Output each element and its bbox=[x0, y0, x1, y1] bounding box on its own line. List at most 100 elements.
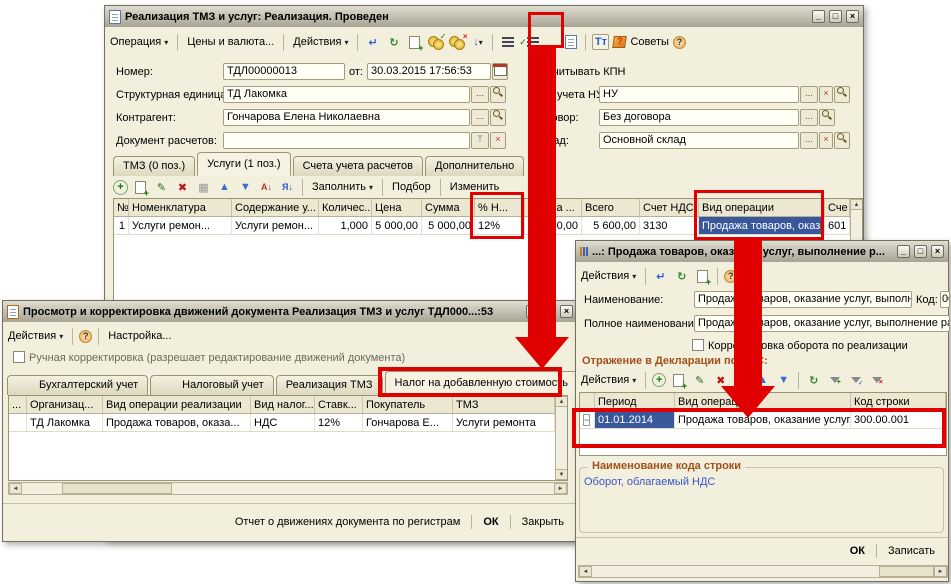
sort-asc-icon[interactable]: А↓ bbox=[258, 179, 275, 195]
full-name-input[interactable]: Продажа товаров, оказание услуг, выполне… bbox=[694, 315, 950, 332]
contract-lookup-button[interactable] bbox=[819, 109, 835, 126]
scroll-up-icon[interactable]: ▲ bbox=[555, 396, 568, 407]
list-settings-icon[interactable] bbox=[499, 34, 516, 50]
warehouse-input[interactable]: Основной склад bbox=[599, 132, 799, 149]
move-down-icon[interactable]: ▼ bbox=[237, 179, 254, 195]
minimize-button[interactable]: _ bbox=[897, 245, 910, 258]
actions-menu[interactable]: Действия▾ bbox=[290, 34, 351, 50]
settlement-type-button[interactable]: Т bbox=[471, 132, 489, 149]
settlement-doc-input[interactable] bbox=[223, 132, 470, 149]
number-input[interactable]: ТДЛ00000013 bbox=[223, 63, 345, 80]
close-button[interactable]: × bbox=[560, 305, 573, 318]
titlebar[interactable]: ...: Продажа товаров, оказание услуг, вы… bbox=[576, 241, 948, 262]
contractor-input[interactable]: Гончарова Елена Николаевна bbox=[223, 109, 470, 126]
turnover-adjustment-checkbox[interactable] bbox=[692, 339, 704, 351]
minimize-button[interactable]: _ bbox=[812, 10, 825, 23]
calendar-button[interactable] bbox=[492, 63, 508, 80]
maximize-button[interactable]: □ bbox=[914, 245, 927, 258]
account-kind-input[interactable]: НУ bbox=[599, 86, 799, 103]
clear-filter-icon[interactable]: × bbox=[868, 372, 885, 388]
warehouse-select-button[interactable]: ... bbox=[800, 132, 818, 149]
code-input[interactable]: 000 bbox=[940, 291, 950, 308]
table-vscrollbar[interactable]: ▲ ▼ bbox=[555, 396, 567, 480]
move-down-icon[interactable]: ▼ bbox=[775, 372, 792, 388]
unpost-document-icon[interactable]: × bbox=[448, 34, 465, 50]
copy-icon[interactable]: + bbox=[406, 34, 423, 50]
scroll-up-icon[interactable]: ▲ bbox=[850, 199, 863, 210]
refresh-icon[interactable]: ↻ bbox=[385, 34, 402, 50]
export-icon[interactable]: ↓▾ bbox=[469, 34, 486, 50]
titlebar[interactable]: Реализация ТМЗ и услуг: Реализация. Пров… bbox=[105, 6, 863, 27]
copy-row-icon[interactable]: + bbox=[132, 179, 149, 195]
font-settings-icon[interactable]: Тт bbox=[592, 34, 609, 50]
tab-tax-accounting[interactable]: Налоговый учет bbox=[150, 375, 274, 395]
account-kind-select-button[interactable]: ... bbox=[800, 86, 818, 103]
contract-input[interactable]: Без договора bbox=[599, 109, 799, 126]
account-kind-lookup-button[interactable] bbox=[834, 86, 850, 103]
pick-button[interactable]: Подбор bbox=[389, 179, 434, 195]
delete-row-icon[interactable]: ✖ bbox=[174, 179, 191, 195]
date-input[interactable]: 30.03.2015 17:56:53 bbox=[367, 63, 491, 80]
scroll-right-icon[interactable]: ► bbox=[554, 483, 567, 494]
actions-menu[interactable]: Действия▾ bbox=[578, 268, 639, 284]
close-button[interactable]: × bbox=[846, 10, 859, 23]
scroll-right-icon[interactable]: ► bbox=[934, 566, 947, 577]
edit-row-icon[interactable]: ✎ bbox=[691, 372, 708, 388]
sort-desc-icon[interactable]: Я↓ bbox=[279, 179, 296, 195]
window-hscrollbar[interactable]: ◄ ► bbox=[578, 565, 948, 578]
close-button[interactable]: × bbox=[931, 245, 944, 258]
tab-additional[interactable]: Дополнительно bbox=[425, 156, 524, 176]
save-button[interactable]: Записать bbox=[883, 543, 940, 559]
settlement-clear-button[interactable]: × bbox=[490, 132, 506, 149]
unit-input[interactable]: ТД Лакомка bbox=[223, 86, 470, 103]
totals-icon[interactable]: ▦ bbox=[195, 179, 212, 195]
ok-button[interactable]: ОК bbox=[478, 514, 503, 530]
ok-button[interactable]: ОК bbox=[845, 543, 870, 559]
post-document-icon[interactable]: ✓ bbox=[427, 34, 444, 50]
contractor-lookup-button[interactable] bbox=[490, 109, 506, 126]
operation-menu[interactable]: Операция▾ bbox=[107, 34, 171, 50]
tab-accounting[interactable]: Бухгалтерский учет bbox=[7, 375, 148, 395]
refresh-icon[interactable]: ↻ bbox=[673, 268, 690, 284]
unit-lookup-button[interactable] bbox=[490, 86, 506, 103]
set-filter-icon[interactable]: + bbox=[826, 372, 843, 388]
movements-report-button[interactable]: Отчет о движениях документа по регистрам bbox=[230, 514, 466, 530]
actions-menu[interactable]: Действия▾ bbox=[5, 328, 66, 344]
scroll-left-icon[interactable]: ◄ bbox=[9, 483, 22, 494]
account-kind-clear-button[interactable]: × bbox=[819, 86, 833, 103]
warehouse-clear-button[interactable]: × bbox=[819, 132, 833, 149]
titlebar[interactable]: Просмотр и корректировка движений докуме… bbox=[3, 301, 577, 322]
scroll-down-icon[interactable]: ▼ bbox=[555, 469, 568, 480]
filter-settings-icon[interactable]: ✓ bbox=[847, 372, 864, 388]
tab-sales-tmz[interactable]: Реализация ТМЗ bbox=[276, 375, 383, 395]
tips-icon[interactable]: ? bbox=[613, 36, 628, 48]
scrollbar-thumb[interactable] bbox=[879, 566, 934, 577]
actions-menu[interactable]: Действия▾ bbox=[578, 372, 639, 388]
line-code-value[interactable]: Оборот, облагаемый НДС bbox=[584, 476, 715, 488]
copy-row-icon[interactable]: + bbox=[670, 372, 687, 388]
tab-tmz[interactable]: ТМЗ (0 поз.) bbox=[113, 156, 195, 176]
name-input[interactable]: Продажа товаров, оказание услуг, выполне bbox=[694, 291, 912, 308]
tab-services[interactable]: Услуги (1 поз.) bbox=[197, 152, 290, 176]
tab-settlement-accounts[interactable]: Счета учета расчетов bbox=[293, 156, 423, 176]
tips-label[interactable]: Советы bbox=[630, 36, 668, 48]
prices-currency-menu[interactable]: Цены и валюта... bbox=[184, 34, 277, 50]
scrollbar-thumb[interactable] bbox=[62, 483, 172, 494]
add-row-icon[interactable]: + bbox=[652, 373, 666, 387]
manual-adjustment-checkbox[interactable] bbox=[13, 351, 25, 363]
warehouse-lookup-button[interactable] bbox=[834, 132, 850, 149]
copy-icon[interactable]: + bbox=[694, 268, 711, 284]
help-icon[interactable]: ? bbox=[673, 36, 686, 49]
help-icon[interactable]: ? bbox=[79, 330, 92, 343]
close-window-button[interactable]: Закрыть bbox=[517, 514, 569, 530]
goto-icon[interactable]: ↵ bbox=[364, 34, 381, 50]
refresh-list-icon[interactable]: ↻ bbox=[805, 372, 822, 388]
goto-icon[interactable]: ↵ bbox=[652, 268, 669, 284]
table-row[interactable]: ТД ЛакомкаПродажа товаров, оказа...НДС12… bbox=[9, 414, 555, 432]
move-up-icon[interactable]: ▲ bbox=[216, 179, 233, 195]
add-row-icon[interactable]: + bbox=[113, 180, 128, 195]
contractor-select-button[interactable]: ... bbox=[471, 109, 489, 126]
unit-select-button[interactable]: ... bbox=[471, 86, 489, 103]
fill-button[interactable]: Заполнить▾ bbox=[309, 179, 376, 195]
scroll-left-icon[interactable]: ◄ bbox=[579, 566, 592, 577]
